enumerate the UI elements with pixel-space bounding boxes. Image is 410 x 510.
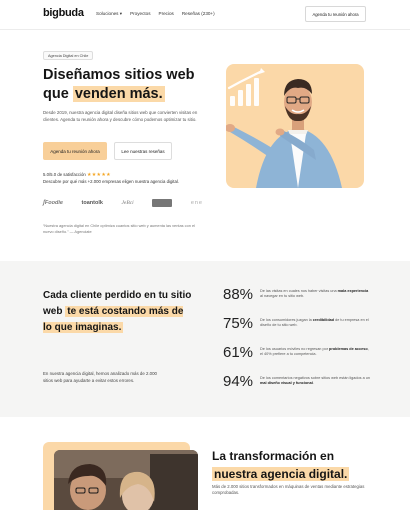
hero-title: Diseñamos sitios web que venden más. — [43, 66, 208, 104]
menu-item-precios[interactable]: Precios — [159, 11, 174, 17]
read-reviews-button[interactable]: Lee nuestras reseñas — [114, 142, 172, 160]
main-menu: Soluciones ▾ Proyectos Precios Reseñas (… — [96, 11, 215, 17]
stat-description: De las visitas en cuales nos haber visit… — [260, 289, 369, 299]
stat-value: 75% — [223, 315, 254, 332]
hero-image-card — [226, 64, 364, 188]
client-logo-boxed — [152, 199, 173, 207]
stat-description: De los comentarios negativos sobre sitio… — [260, 376, 370, 386]
stat-description: De los usuarios móviles no regresan por … — [260, 347, 369, 357]
stat-item: 61% De los usuarios móviles no regresan … — [223, 344, 373, 364]
testimonial-quote: “Nuestra agencia digital en Chile optimi… — [43, 223, 196, 234]
transformation-description: Más de 2.000 sitios transformados en máq… — [212, 484, 365, 496]
rating-subtext: Descubre por qué más +2.000 empresas eli… — [43, 179, 180, 184]
brand-logo[interactable]: bigbuda — [43, 7, 84, 19]
menu-item-proyectos[interactable]: Proyectos — [130, 11, 150, 17]
stat-value: 94% — [223, 373, 254, 390]
transformation-title: La transformación en nuestra agencia dig… — [212, 447, 372, 483]
transformation-title-plain: La transformación en — [212, 449, 335, 463]
hero-title-highlight: venden más. — [72, 86, 165, 102]
client-logo-ene: ene — [190, 200, 203, 206]
rating-text: 5.0/5.0 de satisfacción — [43, 172, 86, 177]
stat-value: 88% — [223, 286, 254, 303]
menu-item-soluciones[interactable]: Soluciones ▾ — [96, 11, 122, 17]
stat-item: 94% De los comentarios negativos sobre s… — [223, 373, 373, 393]
client-logos: ʃFoodie toantolk JeBci ene — [43, 199, 203, 207]
stat-value: 61% — [223, 344, 254, 361]
stats-title-highlight: te está costando más de lo que imaginas. — [43, 306, 184, 333]
growth-chart-icon — [227, 68, 265, 106]
nav-schedule-button[interactable]: Agenda tu reunión ahora — [305, 6, 366, 22]
team-working-photo — [54, 450, 198, 510]
stat-description: De los consumidores juzgan la credibilid… — [260, 318, 369, 328]
stat-item: 75% De los consumidores juzgan la credib… — [223, 315, 373, 335]
hero-title-plain: que — [43, 86, 73, 102]
client-logo-foodie: ʃFoodie — [43, 200, 63, 206]
client-logo-toantolk: toantolk — [81, 200, 103, 206]
transformation-title-highlight: nuestra agencia digital. — [212, 467, 350, 481]
star-rating-icon: ★★★★★ — [86, 172, 111, 178]
stats-intro: En nuestra agencia digital, hemos analiz… — [43, 371, 157, 383]
menu-item-resenas[interactable]: Reseñas (230+) — [182, 11, 215, 17]
hero-title-line1: Diseñamos sitios web — [43, 67, 195, 83]
top-navbar: bigbuda Soluciones ▾ Proyectos Precios R… — [0, 0, 410, 30]
stat-item: 88% De las visitas en cuales nos haber v… — [223, 286, 373, 306]
man-pointing-illustration — [226, 68, 342, 188]
stats-title: Cada cliente perdido en tu sitio web te … — [43, 288, 193, 336]
hero-badge: Agencia Digital en Chile — [43, 51, 94, 60]
stats-section — [0, 261, 410, 417]
team-photo — [54, 450, 198, 510]
schedule-meeting-button[interactable]: Agenda tu reunión ahora — [43, 142, 107, 160]
hero-description: Desde 2019, nuestra agencia digital dise… — [43, 110, 198, 122]
client-logo-jebci: JeBci — [121, 200, 134, 206]
rating-line: 5.0/5.0 de satisfacción ★★★★★ — [43, 172, 111, 178]
